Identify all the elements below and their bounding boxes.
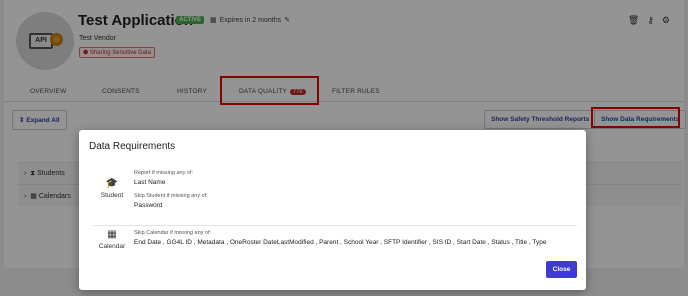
- calendar-skip-caption: Skip Calendar if missing any of:: [134, 230, 212, 236]
- student-requirements: 🎓 Student Report if missing any of: Last…: [93, 166, 577, 220]
- graduation-cap-icon: 🎓: [105, 178, 119, 189]
- student-skip-caption: Skip Student if missing any of:: [134, 193, 208, 199]
- close-button[interactable]: Close: [546, 261, 577, 278]
- modal-title: Data Requirements: [89, 141, 176, 152]
- data-requirements-modal: Data Requirements 🎓 Student Report if mi…: [79, 130, 586, 290]
- calendar-icon: ▦: [107, 229, 117, 240]
- calendar-requirements: ▦ Calendar Skip Calendar if missing any …: [93, 225, 577, 255]
- calendar-skip-fields: End Date , GG4L ID , Metadata , OneRoste…: [134, 239, 547, 246]
- student-report-caption: Report if missing any of:: [134, 170, 193, 176]
- calendar-entity: ▦ Calendar: [93, 229, 131, 250]
- student-requirements-body: Report if missing any of: Last Name Skip…: [134, 170, 208, 209]
- student-entity: 🎓 Student: [93, 178, 131, 199]
- student-skip-fields: Password: [134, 202, 163, 209]
- calendar-requirements-body: Skip Calendar if missing any of: End Dat…: [134, 230, 546, 246]
- student-entity-label: Student: [100, 192, 124, 199]
- calendar-entity-label: Calendar: [98, 243, 126, 250]
- student-report-fields: Last Name: [134, 179, 166, 186]
